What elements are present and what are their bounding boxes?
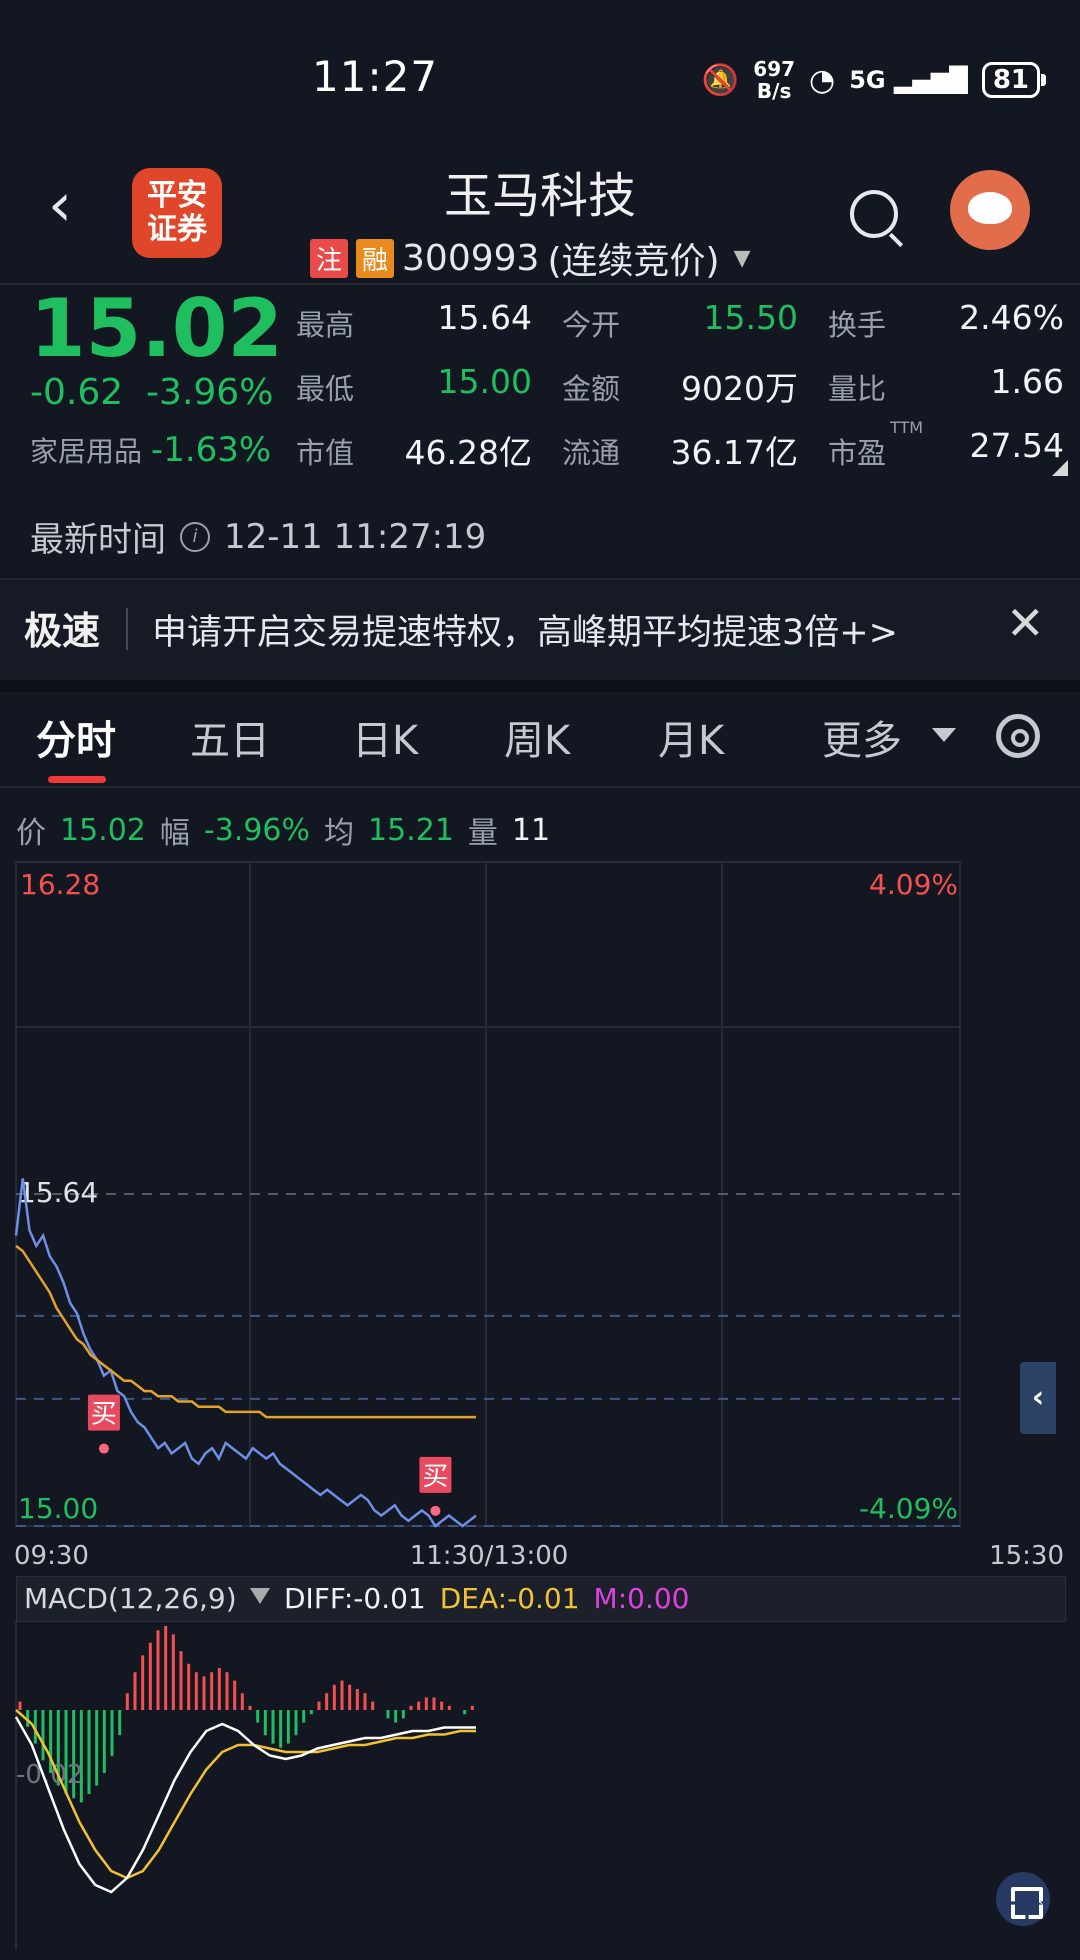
quote-value: 15.64 — [437, 298, 532, 337]
average-line — [15, 1244, 476, 1419]
quote-value: 27.54 — [969, 426, 1064, 465]
tag-margin: 融 — [356, 238, 395, 278]
quote-label: 量比 — [828, 372, 887, 406]
sector-change[interactable]: 家居用品 -1.63% — [30, 430, 271, 470]
stock-code: 300993 — [402, 237, 540, 279]
tab-intraday[interactable]: 分时 — [36, 708, 116, 766]
x-tick-label: 11:30/13:00 — [410, 1541, 569, 1571]
info-icon[interactable]: i — [180, 521, 210, 552]
status-icons: 🔕 697 B/s ◔ 5G ▂▄▆█ 81 — [701, 57, 1047, 103]
quote-value: 1.66 — [990, 362, 1064, 401]
section-gap — [0, 680, 1080, 692]
quote-value: 15.00 — [437, 362, 532, 401]
stock-code-row[interactable]: 注 融 300993 (连续竞价) ▼ — [310, 232, 750, 284]
high-price-label: 15.64 — [18, 1176, 98, 1209]
tab-monthly-k[interactable]: 月K — [658, 708, 724, 766]
quote-value: 46.28亿 — [404, 433, 532, 472]
chart-info-line: 价 15.02 幅 -3.96% 均 15.21 量 11 — [16, 812, 551, 852]
quote-value: 15.50 — [703, 298, 798, 337]
tab-indicator — [48, 776, 106, 783]
quote-label: 今开 — [562, 308, 621, 342]
divider — [126, 608, 128, 650]
macd-title[interactable]: MACD(12,26,9) — [24, 1582, 237, 1615]
price-line — [14, 1178, 477, 1528]
tab-five-day[interactable]: 五日 — [190, 708, 270, 766]
update-time-row: 最新时间 i 12-11 11:27:19 — [30, 512, 486, 561]
close-icon[interactable]: ✕ — [1006, 596, 1045, 650]
buy-marker-dot — [430, 1505, 441, 1516]
macd-values: DIFF:-0.01 DEA:-0.01 M:0.00 — [284, 1582, 689, 1615]
tab-more[interactable]: 更多 — [822, 708, 902, 766]
buy-marker-label: 买 — [422, 1462, 448, 1492]
buy-marker-label: 买 — [91, 1400, 117, 1430]
net-speed: 697 B/s — [753, 57, 796, 103]
stock-name: 玉马科技 — [443, 168, 636, 224]
banner-tag: 极速 — [24, 609, 101, 653]
macd-dea-line — [15, 1709, 476, 1880]
divider — [0, 786, 1080, 788]
banner-text[interactable]: 申请开启交易提速特权，高峰期平均提速3倍+> — [152, 604, 898, 655]
dropdown-arrow-icon[interactable] — [250, 1588, 270, 1604]
macd-dea: DEA:-0.01 — [439, 1582, 580, 1615]
gear-icon[interactable] — [996, 714, 1040, 758]
current-price: 15.02 — [30, 282, 284, 375]
mute-icon: 🔕 — [701, 62, 740, 98]
update-label: 最新时间 — [30, 520, 166, 560]
side-panel-toggle[interactable]: ‹ — [1020, 1362, 1056, 1434]
quote-value: 2.46% — [959, 298, 1064, 337]
trading-status: (连续竞价) — [547, 241, 720, 282]
buy-marker-dot — [98, 1443, 109, 1454]
y-max-pct-label: 4.09% — [869, 868, 958, 901]
tab-weekly-k[interactable]: 周K — [504, 708, 570, 766]
update-time: 12-11 11:27:19 — [224, 516, 487, 557]
quote-label: 金额 — [562, 372, 621, 406]
intraday-chart[interactable]: 16.28 4.09% 15.64 15.00 -4.09% 09:30 11:30/13:… — [0, 860, 1080, 1960]
assistant-avatar[interactable] — [950, 170, 1030, 250]
quote-label: 最低 — [296, 372, 355, 406]
quote-label: 市值 — [296, 436, 355, 470]
y-max-label: 16.28 — [20, 868, 100, 901]
quote-value: 36.17亿 — [670, 433, 798, 472]
quote-label: 换手 — [828, 308, 887, 342]
y-min-label: 15.00 — [18, 1492, 98, 1525]
macd-diff-line — [14, 1716, 476, 1894]
quote-label: 流通 — [562, 436, 621, 470]
y-min-pct-label: -4.09% — [859, 1492, 958, 1525]
status-time: 11:27 — [312, 52, 439, 101]
quote-label: 市盈 — [828, 436, 887, 470]
macd-m: M:0.00 — [593, 1582, 690, 1615]
search-icon[interactable] — [850, 190, 898, 238]
tag-registration: 注 — [310, 238, 349, 278]
chevron-down-icon[interactable] — [932, 728, 956, 742]
wifi-icon: ◔ — [809, 62, 836, 98]
quote-value: 9020万 — [681, 369, 798, 408]
x-tick-label: 15:30 — [989, 1541, 1064, 1571]
macd-axis-label: -0.02 — [16, 1760, 83, 1790]
corner-indicator-icon — [1052, 460, 1068, 476]
signal-icon: 5G ▂▄▆█ — [849, 66, 968, 94]
dropdown-arrow-icon[interactable]: ▼ — [734, 246, 751, 271]
pe-ttm-label: TTM — [890, 418, 924, 437]
battery-icon: 81 — [981, 62, 1047, 98]
macd-diff: DIFF:-0.01 — [284, 1582, 426, 1615]
quote-label: 最高 — [296, 308, 355, 342]
fullscreen-icon[interactable] — [996, 1872, 1050, 1926]
x-tick-label: 09:30 — [14, 1541, 89, 1571]
price-change: -0.62 -3.96% — [30, 372, 274, 413]
tab-daily-k[interactable]: 日K — [352, 708, 418, 766]
